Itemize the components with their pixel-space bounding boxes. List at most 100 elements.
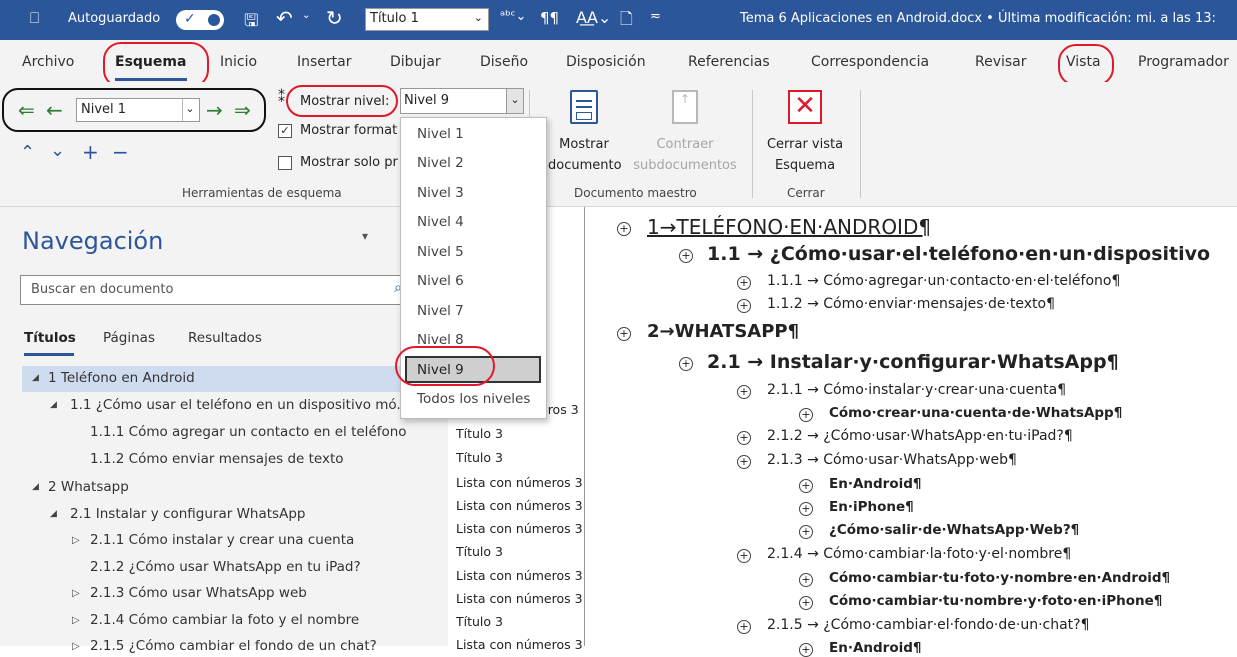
outline-heading-4[interactable]: Cómo·cambiar·tu·foto·y·nombre·en·Android… bbox=[829, 570, 1170, 586]
show-first-line-checkbox[interactable] bbox=[278, 156, 292, 170]
document-outline-area[interactable]: + 1→TELÉFONO·EN·ANDROID¶ + 1.1 → ¿Cómo·u… bbox=[585, 207, 1237, 657]
expand-plus-icon[interactable]: + bbox=[679, 249, 693, 263]
tab-revisar[interactable]: Revisar bbox=[975, 54, 1027, 70]
dropdown-item-nivel-2[interactable]: Nivel 2 bbox=[417, 155, 464, 171]
expand-plus-icon[interactable]: + bbox=[799, 525, 813, 539]
tab-disposicion[interactable]: Disposición bbox=[566, 54, 646, 70]
nav-heading[interactable]: 1.1.1 Cómo agregar un contacto en el tel… bbox=[90, 424, 407, 440]
collapse-triangle-icon[interactable]: ◢ bbox=[32, 482, 39, 492]
new-document-icon[interactable]: 🗋 bbox=[620, 8, 633, 35]
outline-heading-3[interactable]: 2.1.1 → Cómo·instalar·y·crear·una·cuenta… bbox=[767, 382, 1066, 398]
expand-triangle-icon[interactable]: ▷ bbox=[72, 641, 80, 652]
outline-heading-3[interactable]: 2.1.3 → Cómo·usar·WhatsApp·web¶ bbox=[767, 452, 1017, 468]
expand-plus-icon[interactable]: + bbox=[799, 479, 813, 493]
nav-heading[interactable]: 2.1.1 Cómo instalar y crear una cuenta bbox=[90, 532, 354, 548]
dropdown-item-nivel-3[interactable]: Nivel 3 bbox=[417, 185, 464, 201]
nav-heading[interactable]: 2.1 Instalar y configurar WhatsApp bbox=[70, 506, 305, 522]
expand-plus-icon[interactable]: + bbox=[737, 431, 751, 445]
outline-heading-3[interactable]: 2.1.5 → ¿Cómo·cambiar·el·fondo·de·un·cha… bbox=[767, 617, 1090, 633]
search-input[interactable]: Buscar en documento ⌕ bbox=[20, 275, 405, 305]
expand-plus-icon[interactable]: + bbox=[799, 502, 813, 516]
dropdown-item-nivel-5[interactable]: Nivel 5 bbox=[417, 244, 464, 260]
expand-plus-icon[interactable]: + bbox=[799, 643, 813, 657]
tab-resultados[interactable]: Resultados bbox=[188, 330, 262, 346]
nav-heading[interactable]: 2 Whatsapp bbox=[48, 479, 129, 495]
expand-triangle-icon[interactable]: ▷ bbox=[72, 615, 80, 626]
outline-heading-1[interactable]: 1→TELÉFONO·EN·ANDROID¶ bbox=[647, 215, 931, 239]
undo-icon[interactable]: ↶ bbox=[276, 6, 293, 30]
expand-plus-icon[interactable]: + bbox=[799, 596, 813, 610]
expand-triangle-icon[interactable]: ▷ bbox=[72, 588, 80, 599]
save-icon[interactable]: 🖫 bbox=[244, 8, 258, 37]
collapse-triangle-icon[interactable]: ◢ bbox=[50, 509, 57, 519]
expand-plus-icon[interactable]: + bbox=[737, 299, 751, 313]
nav-heading[interactable]: 2.1.5 ¿Cómo cambiar el fondo de un chat? bbox=[90, 638, 377, 654]
tab-correspondencia[interactable]: Correspondencia bbox=[811, 54, 929, 70]
nav-heading[interactable]: 2.1.4 Cómo cambiar la foto y el nombre bbox=[90, 612, 359, 628]
close-outline-view-button[interactable]: Cerrar vista Esquema bbox=[758, 134, 852, 176]
outline-heading-3[interactable]: 1.1.1 → Cómo·agregar·un·contacto·en·el·t… bbox=[767, 273, 1120, 289]
tab-paginas[interactable]: Páginas bbox=[103, 330, 155, 346]
move-up-icon[interactable]: ⌃ bbox=[20, 142, 35, 163]
tab-inicio[interactable]: Inicio bbox=[220, 54, 257, 70]
expand-plus-icon[interactable]: + bbox=[617, 327, 631, 341]
expand-plus-icon[interactable]: + bbox=[799, 573, 813, 587]
outline-heading-2[interactable]: 2.1 → Instalar·y·configurar·WhatsApp¶ bbox=[707, 351, 1119, 373]
expand-plus-icon[interactable]: + bbox=[737, 455, 751, 469]
expand-plus-icon[interactable]: + bbox=[737, 620, 751, 634]
dropdown-item-todos[interactable]: Todos los niveles bbox=[417, 391, 530, 407]
outline-heading-3[interactable]: 2.1.4 → Cómo·cambiar·la·foto·y·el·nombre… bbox=[767, 546, 1071, 562]
nav-heading[interactable]: 2.1.2 ¿Cómo usar WhatsApp en tu iPad? bbox=[90, 559, 361, 575]
outline-heading-4[interactable]: En·iPhone¶ bbox=[829, 499, 914, 515]
expand-plus-icon[interactable]: + bbox=[799, 408, 813, 422]
tab-programador[interactable]: Programador bbox=[1138, 54, 1229, 70]
show-level-combo[interactable]: Nivel 9 ⌄ bbox=[400, 88, 524, 114]
font-size-icon[interactable]: A͟A⌄ bbox=[576, 8, 611, 27]
nav-heading[interactable]: 2.1.3 Cómo usar WhatsApp web bbox=[90, 585, 307, 601]
pane-options-icon[interactable]: ▾ bbox=[362, 229, 368, 243]
nav-heading[interactable]: 1 Teléfono en Android bbox=[48, 370, 195, 386]
redo-icon[interactable]: ↻ bbox=[326, 6, 343, 30]
move-down-icon[interactable]: ⌄ bbox=[50, 140, 65, 161]
spelling-icon[interactable]: ᵃᵇᶜ⌄ bbox=[500, 9, 526, 24]
outline-heading-3[interactable]: 1.1.2 → Cómo·enviar·mensajes·de·texto¶ bbox=[767, 296, 1055, 312]
collapse-triangle-icon[interactable]: ◢ bbox=[32, 373, 39, 383]
outline-heading-4[interactable]: ¿Cómo·salir·de·WhatsApp·Web?¶ bbox=[829, 522, 1079, 538]
tab-referencias[interactable]: Referencias bbox=[688, 54, 770, 70]
outline-heading-4[interactable]: En·Android¶ bbox=[829, 640, 922, 656]
nav-heading[interactable]: 1.1 ¿Cómo usar el teléfono en un disposi… bbox=[70, 397, 409, 413]
outline-heading-4[interactable]: En·Android¶ bbox=[829, 476, 922, 492]
tab-titulos[interactable]: Títulos bbox=[24, 330, 76, 346]
autosave-toggle[interactable]: ✓ bbox=[176, 10, 224, 30]
bookmark-icon[interactable]: ⎕ bbox=[30, 9, 39, 27]
expand-plus-icon[interactable]: + bbox=[737, 385, 751, 399]
dropdown-item-nivel-7[interactable]: Nivel 7 bbox=[417, 303, 464, 319]
outline-heading-3[interactable]: 2.1.2 → ¿Cómo·usar·WhatsApp·en·tu·iPad?¶ bbox=[767, 428, 1073, 444]
expand-triangle-icon[interactable]: ▷ bbox=[72, 535, 80, 546]
tab-dibujar[interactable]: Dibujar bbox=[390, 54, 441, 70]
paragraph-mark-icon[interactable]: ¶¶ bbox=[540, 9, 559, 27]
customize-toolbar-icon[interactable]: ≂ bbox=[650, 9, 661, 24]
tab-insertar[interactable]: Insertar bbox=[297, 54, 352, 70]
tab-diseno[interactable]: Diseño bbox=[480, 54, 528, 70]
expand-plus-icon[interactable]: + bbox=[737, 549, 751, 563]
tab-archivo[interactable]: Archivo bbox=[22, 54, 74, 70]
style-combo[interactable]: Título 1 ⌄ bbox=[365, 8, 489, 31]
outline-heading-2[interactable]: 1.1 → ¿Cómo·usar·el·teléfono·en·un·dispo… bbox=[707, 243, 1210, 265]
expand-plus-icon[interactable]: + bbox=[617, 222, 631, 236]
outline-heading-1[interactable]: 2→WHATSAPP¶ bbox=[647, 321, 799, 342]
dropdown-item-nivel-1[interactable]: Nivel 1 bbox=[417, 126, 464, 142]
show-document-button[interactable]: Mostrar documento bbox=[548, 134, 622, 176]
outline-heading-4[interactable]: Cómo·crear·una·cuenta·de·WhatsApp¶ bbox=[829, 405, 1122, 421]
collapse-icon[interactable]: − bbox=[112, 140, 129, 164]
undo-dropdown-icon[interactable]: ⌄ bbox=[302, 10, 310, 21]
nav-heading[interactable]: 1.1.2 Cómo enviar mensajes de texto bbox=[90, 451, 344, 467]
close-outline-view-icon[interactable]: ✕ bbox=[788, 90, 822, 124]
expand-plus-icon[interactable]: + bbox=[679, 357, 693, 371]
show-document-icon[interactable] bbox=[570, 90, 598, 124]
outline-heading-4[interactable]: Cómo·cambiar·tu·nombre·y·foto·en·iPhone¶ bbox=[829, 593, 1162, 609]
dropdown-item-nivel-4[interactable]: Nivel 4 bbox=[417, 214, 464, 230]
dropdown-item-nivel-6[interactable]: Nivel 6 bbox=[417, 273, 464, 289]
show-format-checkbox[interactable]: ✓ bbox=[278, 124, 292, 138]
collapse-triangle-icon[interactable]: ◢ bbox=[50, 400, 57, 410]
